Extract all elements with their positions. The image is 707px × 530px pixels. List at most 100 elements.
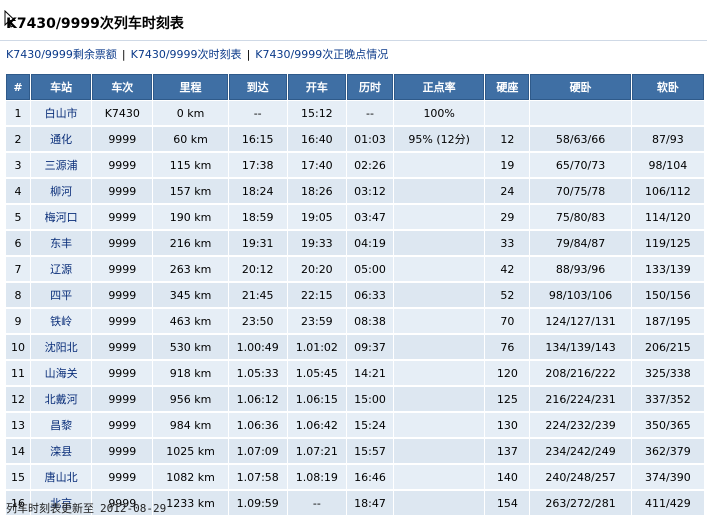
- soft-sleeper-price: 98/104: [631, 153, 704, 178]
- station-name: 白山市: [31, 101, 92, 126]
- departure-time: 17:40: [287, 153, 346, 178]
- table-row: 3 三源浦 9999 115 km 17:38 17:40 02:26 19 65/70/73 9…: [6, 153, 704, 178]
- table-row: 4 柳河 9999 157 km 18:24 18:26 03:12 24 70/75/78 10…: [6, 179, 704, 204]
- distance: 263 km: [153, 257, 228, 282]
- train-number: K7430: [92, 101, 153, 126]
- link-timetable[interactable]: K7430/9999次时刻表: [131, 48, 242, 61]
- row-index: 5: [6, 205, 31, 230]
- soft-sleeper-price: 106/112: [631, 179, 704, 204]
- hard-sleeper-price: 124/127/131: [530, 309, 631, 334]
- elapsed-time: 06:33: [346, 283, 394, 308]
- arrival-time: 17:38: [228, 153, 287, 178]
- elapsed-time: 05:00: [346, 257, 394, 282]
- link-punctuality[interactable]: K7430/9999次正晚点情况: [255, 48, 388, 61]
- departure-time: 23:59: [287, 309, 346, 334]
- column-header: 软卧: [631, 74, 704, 100]
- row-index: 9: [6, 309, 31, 334]
- hard-seat-price: 125: [485, 387, 530, 412]
- hard-sleeper-price: 234/242/249: [530, 439, 631, 464]
- table-row: 14 滦县 9999 1025 km 1.07:09 1.07:21 15:57 137 234…: [6, 439, 704, 464]
- distance: 115 km: [153, 153, 228, 178]
- row-index: 1: [6, 101, 31, 126]
- link-remaining-tickets[interactable]: K7430/9999剩余票额: [6, 48, 117, 61]
- row-index: 15: [6, 465, 31, 490]
- hard-seat-price: 52: [485, 283, 530, 308]
- column-header: 硬座: [485, 74, 530, 100]
- hard-sleeper-price: 263/272/281: [530, 491, 631, 516]
- distance: 956 km: [153, 387, 228, 412]
- arrival-time: 1.05:33: [228, 361, 287, 386]
- column-header: #: [6, 74, 31, 100]
- column-header: 历时: [346, 74, 394, 100]
- on-time-rate: [394, 309, 485, 334]
- row-index: 4: [6, 179, 31, 204]
- row-index: 12: [6, 387, 31, 412]
- arrival-time: 1.06:36: [228, 413, 287, 438]
- soft-sleeper-price: 206/215: [631, 335, 704, 360]
- title-divider: [0, 40, 707, 41]
- soft-sleeper-price: 133/139: [631, 257, 704, 282]
- departure-time: 1.08:19: [287, 465, 346, 490]
- elapsed-time: 02:26: [346, 153, 394, 178]
- station-name: 三源浦: [31, 153, 92, 178]
- hard-seat-price: 70: [485, 309, 530, 334]
- on-time-rate: [394, 413, 485, 438]
- departure-time: 1.06:42: [287, 413, 346, 438]
- arrival-time: 18:59: [228, 205, 287, 230]
- hard-sleeper-price: 58/63/66: [530, 127, 631, 152]
- departure-time: 15:12: [287, 101, 346, 126]
- train-number: 9999: [92, 335, 153, 360]
- arrival-time: 1.06:12: [228, 387, 287, 412]
- train-number: 9999: [92, 465, 153, 490]
- column-header: 开车: [287, 74, 346, 100]
- soft-sleeper-price: 411/429: [631, 491, 704, 516]
- table-row: 6 东丰 9999 216 km 19:31 19:33 04:19 33 79/84/87 11…: [6, 231, 704, 256]
- soft-sleeper-price: 119/125: [631, 231, 704, 256]
- departure-time: 18:26: [287, 179, 346, 204]
- on-time-rate: 95% (12分): [394, 127, 485, 152]
- departure-time: 19:33: [287, 231, 346, 256]
- train-number: 9999: [92, 439, 153, 464]
- hard-sleeper-price: 208/216/222: [530, 361, 631, 386]
- distance: 216 km: [153, 231, 228, 256]
- departure-time: --: [287, 491, 346, 516]
- table-row: 7 辽源 9999 263 km 20:12 20:20 05:00 42 88/93/96 13…: [6, 257, 704, 282]
- departure-time: 1.06:15: [287, 387, 346, 412]
- hard-seat-price: 33: [485, 231, 530, 256]
- train-number: 9999: [92, 361, 153, 386]
- arrival-time: 18:24: [228, 179, 287, 204]
- on-time-rate: [394, 491, 485, 516]
- arrival-time: 19:31: [228, 231, 287, 256]
- table-row: 9 铁岭 9999 463 km 23:50 23:59 08:38 70 124/127/13…: [6, 309, 704, 334]
- soft-sleeper-price: [631, 101, 704, 126]
- distance: 1025 km: [153, 439, 228, 464]
- train-number: 9999: [92, 153, 153, 178]
- station-name: 北戴河: [31, 387, 92, 412]
- station-name: 铁岭: [31, 309, 92, 334]
- departure-time: 1.01:02: [287, 335, 346, 360]
- hard-sleeper-price: 75/80/83: [530, 205, 631, 230]
- table-row: 8 四平 9999 345 km 21:45 22:15 06:33 52 98/103/106…: [6, 283, 704, 308]
- arrival-time: 1.07:09: [228, 439, 287, 464]
- table-row: 15 唐山北 9999 1082 km 1.07:58 1.08:19 16:46 140 24…: [6, 465, 704, 490]
- on-time-rate: [394, 231, 485, 256]
- elapsed-time: 15:57: [346, 439, 394, 464]
- train-number: 9999: [92, 309, 153, 334]
- row-index: 13: [6, 413, 31, 438]
- hard-seat-price: 19: [485, 153, 530, 178]
- on-time-rate: [394, 257, 485, 282]
- timetable: # 车站 车次 里程 到达 开车 历时 正点率 硬座 硬卧 软卧 1 白山市 K7430 0 km -- 15…: [5, 73, 705, 517]
- hard-seat-price: 24: [485, 179, 530, 204]
- elapsed-time: 03:12: [346, 179, 394, 204]
- column-header: 到达: [228, 74, 287, 100]
- link-separator: |: [246, 48, 251, 61]
- station-name: 昌黎: [31, 413, 92, 438]
- soft-sleeper-price: 325/338: [631, 361, 704, 386]
- station-name: 唐山北: [31, 465, 92, 490]
- distance: 1082 km: [153, 465, 228, 490]
- train-number: 9999: [92, 283, 153, 308]
- on-time-rate: [394, 153, 485, 178]
- update-label: 列车时刻表更新至: [6, 502, 94, 515]
- distance: 190 km: [153, 205, 228, 230]
- soft-sleeper-price: 362/379: [631, 439, 704, 464]
